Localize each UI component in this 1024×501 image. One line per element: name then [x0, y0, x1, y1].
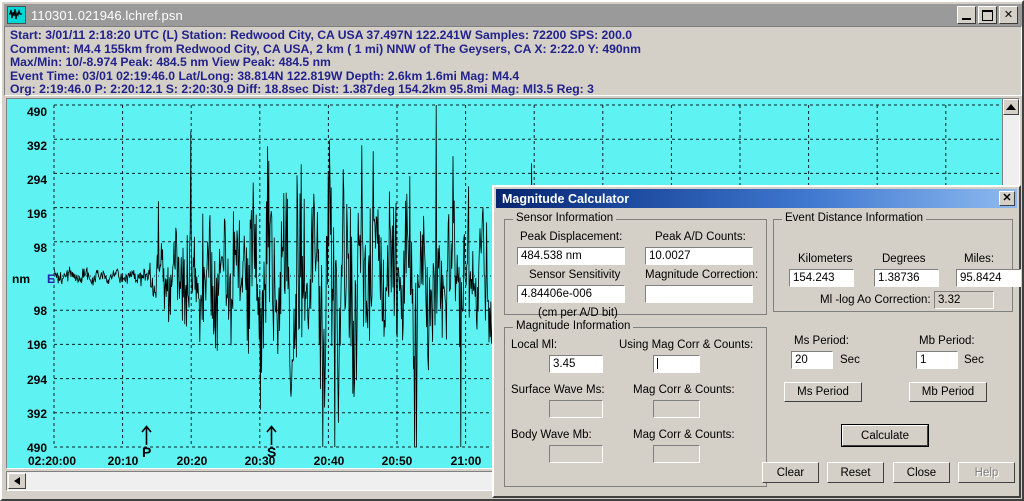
dialog-close-icon[interactable]: ✕: [999, 191, 1015, 206]
peak-displacement-field[interactable]: 484.538 nm: [517, 247, 625, 265]
info-line-start: Start: 3/01/11 2:18:20 UTC (L) Station: …: [10, 28, 633, 42]
peak-ad-counts-field[interactable]: 10.0027: [645, 247, 753, 265]
ms-period-field[interactable]: 20: [791, 351, 833, 369]
log-ao-correction-label: Ml -log Ao Correction:: [820, 294, 931, 306]
y-tick-98-top: 98: [33, 241, 47, 255]
window-titlebar: 110301.021946.lchref.psn ✕: [4, 4, 1022, 26]
peak-ad-counts-label: Peak A/D Counts:: [655, 231, 746, 243]
clear-button[interactable]: Clear: [762, 462, 819, 483]
y-tick-196-top: 196: [26, 207, 47, 221]
y-tick-490-bottom: 490: [26, 441, 47, 455]
magnitude-information-legend: Magnitude Information: [513, 320, 634, 332]
component-label: E: [47, 272, 56, 286]
waveform-icon: [7, 6, 26, 24]
mag-corr-counts-ms-label: Mag Corr & Counts:: [633, 384, 735, 396]
mag-corr-counts-mb-field: [653, 445, 700, 463]
degrees-field[interactable]: 1.38736: [874, 269, 939, 287]
mag-corr-counts-mb-label: Mag Corr & Counts:: [633, 429, 735, 441]
degrees-label: Degrees: [882, 253, 926, 265]
ms-period-label: Ms Period:: [794, 335, 849, 347]
ms-period-button[interactable]: Ms Period: [784, 382, 862, 402]
event-distance-information-group: Event Distance Information Kilometers 15…: [773, 212, 1021, 312]
sensor-sensitivity-label: Sensor Sensitivity: [529, 269, 621, 281]
peak-displacement-label: Peak Displacement:: [520, 231, 623, 243]
surface-wave-ms-field: [549, 400, 603, 418]
reset-button[interactable]: Reset: [827, 462, 884, 483]
local-ml-label: Local Ml:: [511, 339, 558, 351]
dialog-title: Magnitude Calculator: [502, 191, 630, 206]
y-tick-392-bottom: 392: [26, 407, 47, 421]
window-title: 110301.021946.lchref.psn: [31, 7, 183, 23]
mb-period-field[interactable]: 1: [916, 351, 958, 369]
y-tick-392-top: 392: [26, 139, 47, 153]
x-tick-4: 20:40: [313, 454, 345, 468]
y-axis-units-label: nm: [12, 272, 30, 286]
mag-corr-counts-ms-field: [653, 400, 700, 418]
y-tick-490-top: 490: [26, 105, 47, 119]
miles-label: Miles:: [964, 253, 995, 265]
body-wave-mb-field: [549, 445, 603, 463]
y-tick-294-bottom: 294: [26, 373, 47, 387]
dialog-titlebar[interactable]: Magnitude Calculator ✕: [496, 189, 1017, 208]
x-tick-5: 20:50: [381, 454, 413, 468]
help-button: Help: [958, 462, 1015, 483]
magnitude-correction-field[interactable]: [645, 285, 753, 303]
y-tick-196-bottom: 196: [26, 338, 47, 352]
mb-period-button[interactable]: Mb Period: [909, 382, 987, 402]
info-line-org: Org: 2:19:46.0 P: 2:20:12.1 S: 2:20:30.9…: [10, 82, 594, 97]
x-tick-2: 20:20: [176, 454, 208, 468]
kilometers-label: Kilometers: [798, 253, 853, 265]
mb-period-units: Sec: [964, 354, 984, 366]
sensor-information-group: Sensor Information Peak Displacement: 48…: [504, 212, 767, 319]
info-line-maxmin: Max/Min: 10/-8.974 Peak: 484.5 nm View P…: [10, 55, 331, 70]
body-wave-mb-label: Body Wave Mb:: [511, 429, 592, 441]
sensor-sensitivity-units: (cm per A/D bit): [538, 307, 618, 319]
x-tick-6: 21:00: [450, 454, 482, 468]
close-button[interactable]: ✕: [999, 6, 1018, 24]
surface-wave-ms-label: Surface Wave Ms:: [511, 384, 605, 396]
calculate-button[interactable]: Calculate: [842, 425, 928, 446]
y-tick-98-bottom: 98: [33, 304, 47, 318]
using-mag-corr-counts-field[interactable]: [653, 355, 700, 373]
info-line-comment: Comment: M4.4 155km from Redwood City, C…: [10, 41, 641, 56]
sensor-information-legend: Sensor Information: [513, 212, 617, 224]
scroll-left-arrow[interactable]: [8, 473, 26, 489]
magnitude-calculator-dialog: Magnitude Calculator ✕ Sensor Informatio…: [492, 185, 1021, 498]
local-ml-field[interactable]: 3.45: [549, 355, 603, 373]
close-dialog-button[interactable]: Close: [893, 462, 950, 483]
scroll-up-arrow[interactable]: [1003, 99, 1019, 115]
minimize-button[interactable]: [957, 6, 976, 24]
maximize-button[interactable]: [978, 6, 997, 24]
log-ao-correction-field: 3.32: [934, 291, 994, 309]
event-info-panel: Start: 3/01/11 2:18:20 UTC (L) Station: …: [4, 26, 1022, 96]
ms-period-units: Sec: [840, 354, 860, 366]
x-tick-1: 20:10: [107, 454, 139, 468]
using-mag-corr-counts-label: Using Mag Corr & Counts:: [619, 339, 754, 351]
info-line-event-time: Event Time: 03/01 02:19:46.0 Lat/Long: 3…: [10, 68, 520, 83]
magnitude-correction-label: Magnitude Correction:: [645, 269, 759, 281]
magnitude-information-group: Magnitude Information Local Ml: 3.45 Usi…: [504, 320, 767, 487]
event-distance-information-legend: Event Distance Information: [782, 212, 927, 224]
window-controls: ✕: [957, 6, 1018, 24]
x-tick-3: 20:30: [244, 454, 276, 468]
seismic-viewer-window: 110301.021946.lchref.psn ✕ Start: 3/01/1…: [0, 0, 1024, 501]
mb-period-label: Mb Period:: [919, 335, 975, 347]
miles-field[interactable]: 95.8424: [956, 269, 1021, 287]
sensor-sensitivity-field[interactable]: 4.84406e-006: [517, 285, 625, 303]
y-tick-294-top: 294: [26, 173, 47, 187]
x-tick-0: 02:20:00: [27, 454, 77, 468]
kilometers-field[interactable]: 154.243: [789, 269, 854, 287]
